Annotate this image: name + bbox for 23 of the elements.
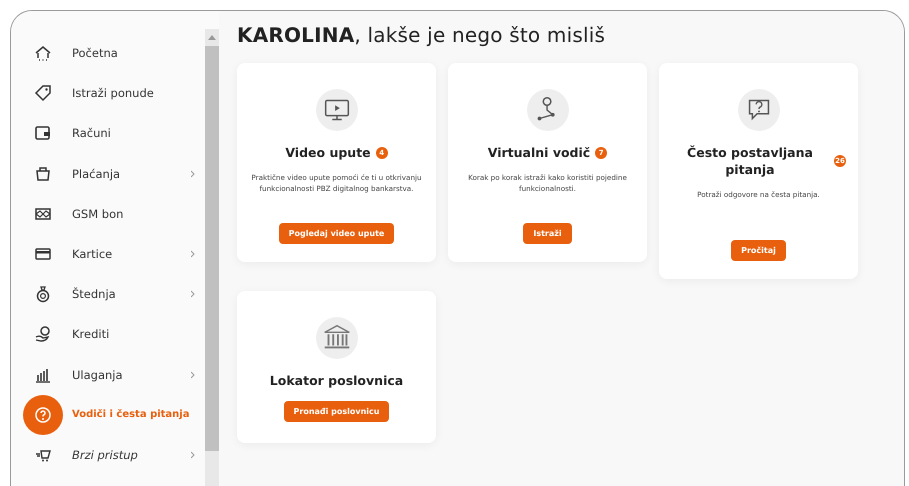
sidebar-item[interactable]: Štednja — [11, 274, 197, 314]
sidebar-item[interactable]: Računi — [11, 113, 197, 154]
sidebar-item[interactable]: Istraži ponude — [11, 73, 197, 114]
sidebar-item[interactable]: Kartice — [11, 234, 197, 274]
sidebar-item[interactable]: GSM bon — [11, 194, 197, 234]
sidebar-item[interactable]: Brzi pristup — [11, 434, 197, 476]
card-title: Često postavljana pitanja — [686, 144, 814, 178]
card-title: Lokator poslovnica — [270, 372, 404, 389]
scroll-up-icon[interactable] — [208, 34, 216, 40]
tag-icon — [34, 84, 52, 102]
sidebar-item[interactable]: Ulaganja — [11, 354, 197, 395]
sidebar-item[interactable]: Plaćanja — [11, 154, 197, 194]
card-title: Video upute — [285, 144, 371, 161]
sidebar-item[interactable]: Krediti — [11, 314, 197, 354]
coin-hand-icon — [34, 325, 52, 344]
sidebar-item[interactable]: Početna — [11, 33, 197, 74]
page-heading: KAROLINA, lakše je nego što misliš — [237, 23, 606, 47]
home-icon — [34, 44, 52, 62]
card-title: Virtualni vodič — [488, 144, 590, 161]
money-bag-icon — [34, 285, 52, 304]
basket-icon — [34, 164, 52, 183]
question-icon — [34, 406, 52, 424]
wallet-icon — [34, 124, 52, 142]
